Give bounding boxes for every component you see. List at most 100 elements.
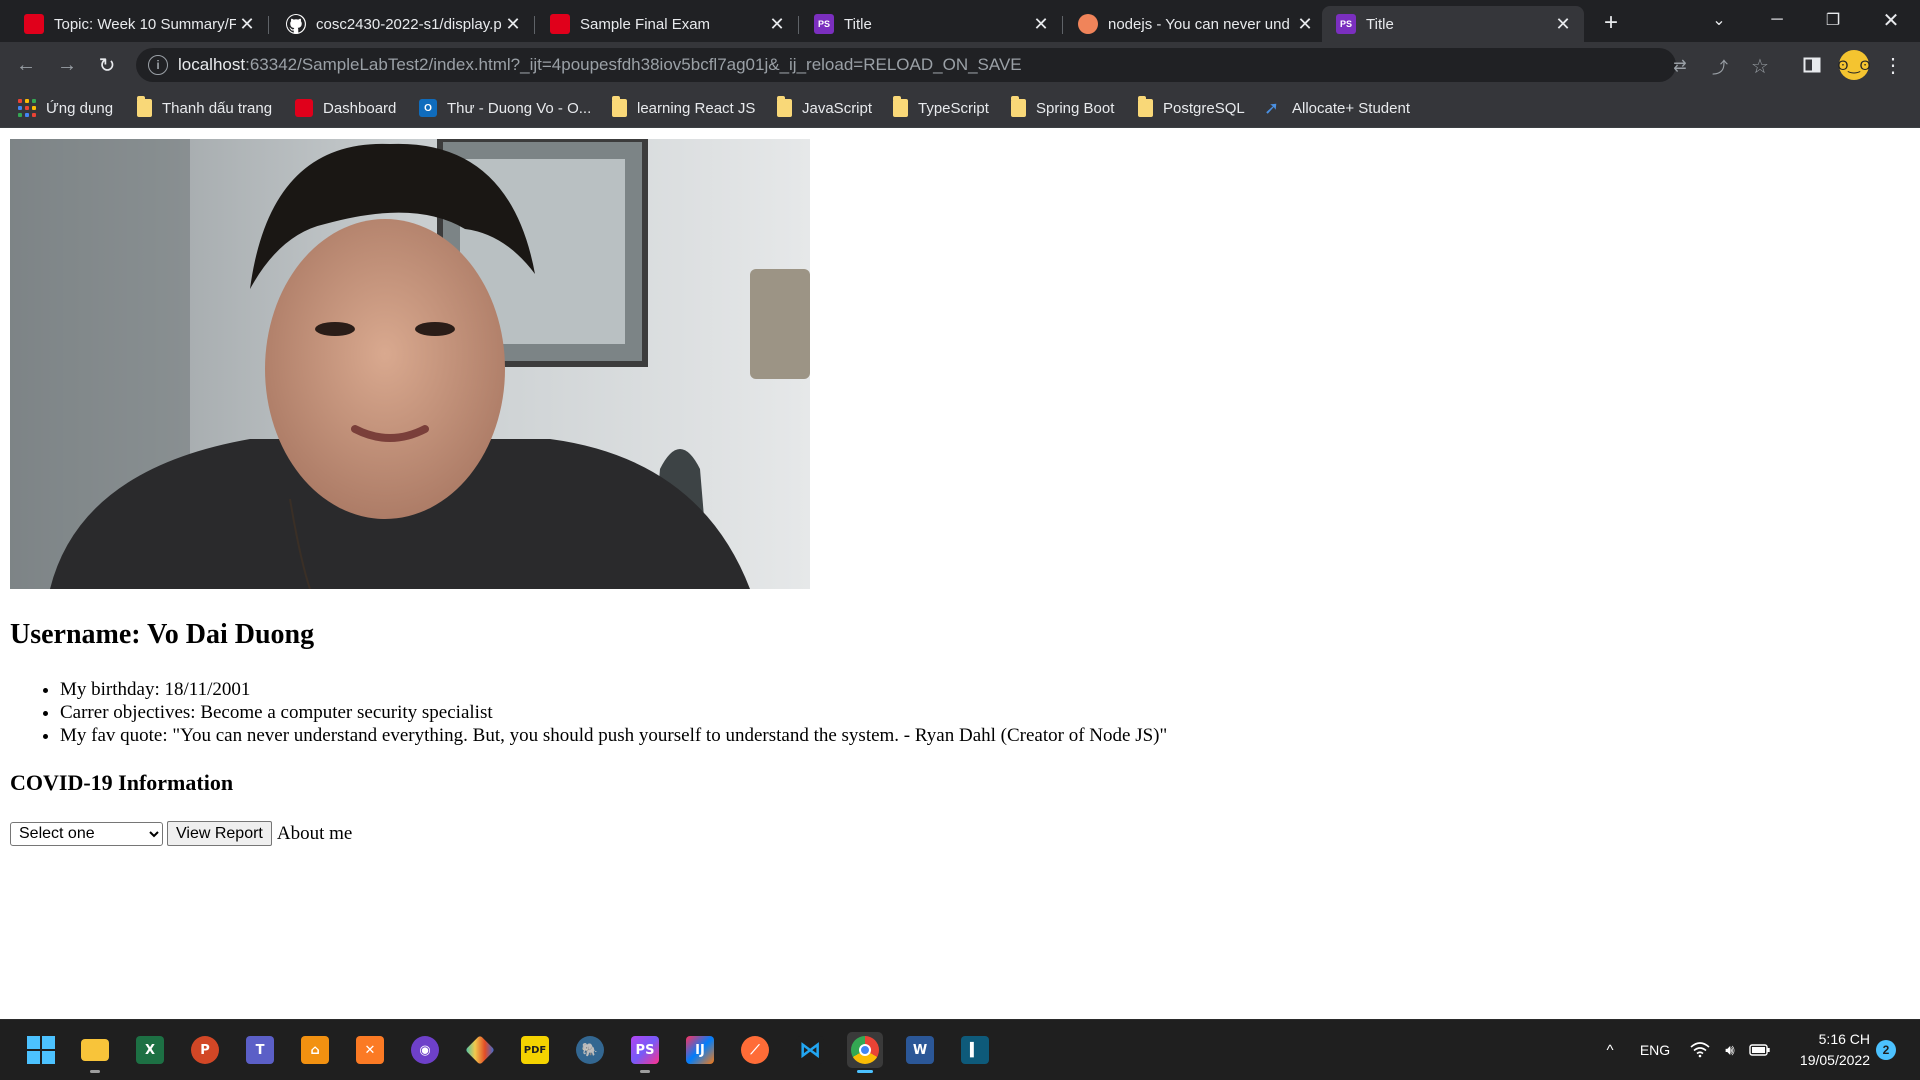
folder-icon [1138,96,1153,117]
postman-icon: ⟋ [741,1036,769,1064]
view-report-button[interactable]: View Report [167,821,272,846]
clock-date[interactable]: 19/05/2022 [1778,1050,1870,1070]
minimize-icon[interactable]: ─ [1752,0,1802,40]
taskbar-pdf[interactable]: PDF [517,1032,553,1068]
bookmark-label: Allocate+ Student [1292,99,1411,117]
xampp-control-icon: ✕ [356,1036,384,1064]
taskbar-gitkraken[interactable] [462,1032,498,1068]
list-item-birthday: My birthday: 18/11/2001 [60,678,1167,701]
folder-icon [777,96,792,117]
wifi-icon[interactable] [1688,1038,1712,1062]
web-page-content: Username: Vo Dai Duong My birthday: 18/1… [0,129,1920,1019]
about-me-link[interactable]: About me [277,823,352,845]
close-icon[interactable]: ✕ [236,13,258,35]
bookmark-dashboard[interactable]: Dashboard [295,96,396,120]
taskbar-excel[interactable]: X [132,1032,168,1068]
taskbar-phpstorm[interactable]: PS [627,1032,663,1073]
forward-icon[interactable]: → [51,49,83,81]
profile-avatar[interactable]: ʘ‿ʘ [1837,50,1871,80]
close-icon[interactable]: ✕ [502,13,524,35]
tab-title-active[interactable]: PS Title ✕ [1322,6,1584,42]
window-close-icon[interactable]: ✕ [1866,0,1916,40]
phpstorm-icon: PS [631,1036,659,1064]
taskbar-word[interactable]: W [902,1032,938,1068]
start-icon [27,1036,55,1064]
battery-icon[interactable] [1748,1038,1772,1062]
close-icon[interactable]: ✕ [1294,13,1316,35]
pdf-icon: PDF [521,1036,549,1064]
bookmark-apps[interactable]: Ứng dụng [18,96,113,120]
bookmark-postgresql[interactable]: PostgreSQL [1138,96,1245,120]
site-info-icon[interactable]: i [148,55,168,75]
taskbar-github-desktop[interactable]: ◉ [407,1032,443,1068]
volume-icon[interactable]: 🔊︎ [1718,1038,1742,1062]
bookmark-allocate[interactable]: ➚ Allocate+ Student [1264,96,1410,120]
folder-icon [612,96,627,117]
taskbar-teams[interactable]: T [242,1032,278,1068]
bookmark-label: TypeScript [918,99,989,117]
language-indicator[interactable]: ENG [1634,1038,1676,1062]
back-icon[interactable]: ← [10,49,42,81]
covid-heading: COVID-19 Information [10,770,234,795]
tab-github-display[interactable]: cosc2430-2022-s1/display.p ✕ [272,6,535,42]
clock-time[interactable]: 5:16 CH [1778,1029,1870,1049]
close-icon[interactable]: ✕ [1552,13,1574,35]
tab-topic-week-10[interactable]: Topic: Week 10 Summary/F ✕ [10,6,269,42]
bookmark-label: Ứng dụng [46,99,114,117]
teams-icon: T [246,1036,274,1064]
taskbar-powerpoint[interactable]: P [187,1032,223,1068]
browser-toolbar: ← → ↻ i localhost :63342/SampleLabTest2/… [0,42,1920,88]
running-indicator [640,1070,650,1073]
country-select[interactable]: Select one [10,821,163,846]
bookmark-typescript[interactable]: TypeScript [893,96,989,120]
outlook-icon: O [419,99,437,117]
tab-title: Topic: Week 10 Summary/F [54,15,237,33]
chrome-icon [851,1036,879,1064]
taskbar-postgresql[interactable]: 🐘 [572,1032,608,1068]
tab-separator [534,16,535,34]
taskbar-xampp[interactable]: ⌂ [297,1032,333,1068]
side-panel-icon[interactable] [1800,53,1824,77]
more-menu-icon[interactable]: ⋮ [1881,53,1905,77]
app-icon: ▍ [961,1036,989,1064]
phpstorm-icon: PS [814,14,834,34]
tab-title-1[interactable]: PS Title ✕ [800,6,1063,42]
taskbar-postman[interactable]: ⟋ [737,1032,773,1068]
reload-icon[interactable]: ↻ [91,49,123,81]
taskbar-file-explorer[interactable] [77,1032,113,1073]
bookmark-star-icon[interactable]: ☆ [1749,55,1771,78]
file-explorer-icon [81,1039,109,1061]
taskbar-xampp-control[interactable]: ✕ [352,1032,388,1068]
red-app-icon [24,14,44,34]
new-tab-button[interactable]: + [1597,9,1625,37]
tab-nodejs[interactable]: nodejs - You can never und ✕ [1064,6,1326,42]
taskbar-vscode[interactable]: ⋈ [792,1032,828,1068]
tab-search-icon[interactable]: ⌄ [1694,0,1744,40]
taskbar-app[interactable]: ▍ [957,1032,993,1068]
github-desktop-icon: ◉ [411,1036,439,1064]
taskbar-chrome[interactable] [847,1032,883,1073]
bookmark-label: PostgreSQL [1163,99,1245,117]
intellij-icon: IJ [686,1036,714,1064]
allocate-icon: ➚ [1264,97,1280,118]
bookmark-spring-boot[interactable]: Spring Boot [1011,96,1114,120]
tab-separator [798,16,799,34]
tab-title: Sample Final Exam [580,15,711,33]
browser-tab-strip: Topic: Week 10 Summary/F ✕ cosc2430-2022… [0,0,1920,42]
bookmark-javascript[interactable]: JavaScript [777,96,872,120]
close-icon[interactable]: ✕ [766,13,788,35]
address-bar[interactable]: i localhost :63342/SampleLabTest2/index.… [136,48,1769,82]
translate-icon[interactable]: ⇄ [1669,55,1691,77]
chevron-up-icon[interactable]: ^ [1598,1038,1622,1062]
share-icon[interactable]: ⤴ [1709,55,1731,77]
tab-sample-final-exam[interactable]: Sample Final Exam ✕ [536,6,799,42]
bookmark-outlook-mail[interactable]: O Thư - Duong Vo - O... [419,96,591,120]
close-icon[interactable]: ✕ [1030,13,1052,35]
start-button[interactable] [23,1032,59,1068]
taskbar-intellij[interactable]: IJ [682,1032,718,1068]
notification-badge[interactable]: 2 [1876,1040,1896,1060]
restore-icon[interactable]: ❐ [1808,0,1858,40]
bookmark-thanh-dau-trang[interactable]: Thanh dấu trang [137,96,272,120]
apps-grid-icon [18,99,36,117]
bookmark-learning-react[interactable]: learning React JS [612,96,755,120]
